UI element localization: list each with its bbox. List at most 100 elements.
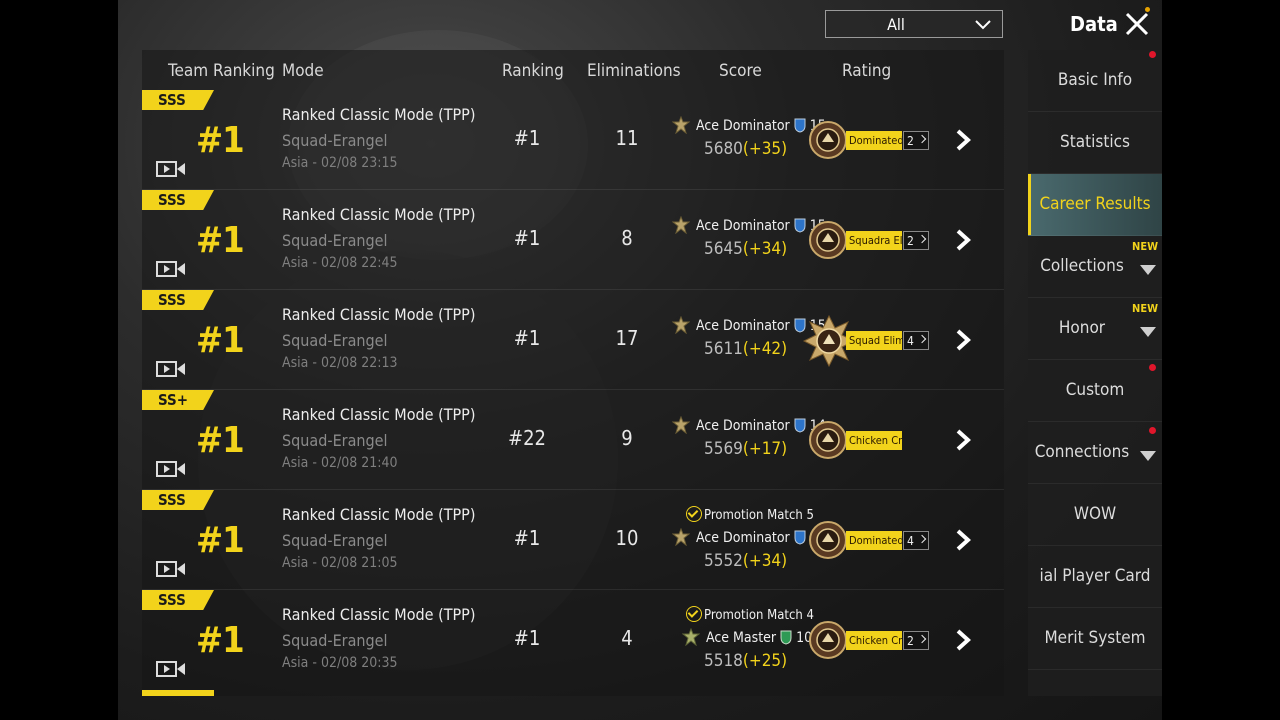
promotion-text: Promotion Match 5 xyxy=(704,508,814,523)
team-rank: #1 xyxy=(196,620,245,661)
page-title: Data xyxy=(1070,12,1118,36)
title-count[interactable]: 2 xyxy=(903,631,929,650)
title-count-value: 2 xyxy=(907,634,914,648)
match-time: Asia - 02/08 20:35 xyxy=(282,655,398,671)
details-arrow-icon[interactable] xyxy=(952,128,976,152)
details-arrow-icon[interactable] xyxy=(952,628,976,652)
rank-tier-line: Ace Dominator14 xyxy=(672,416,826,434)
details-arrow-icon[interactable] xyxy=(952,328,976,352)
match-map: Squad-Erangel xyxy=(282,531,388,550)
sidebar-item-collections[interactable]: NEW Collections xyxy=(1028,236,1162,298)
new-badge: NEW xyxy=(1132,302,1158,315)
score-line: 5611(+42) xyxy=(704,339,787,359)
sidebar-item-merit-system[interactable]: Merit System xyxy=(1028,608,1162,670)
score-delta: (+34) xyxy=(742,239,788,259)
sidebar-item-label: Statistics xyxy=(1060,132,1130,152)
details-arrow-icon[interactable] xyxy=(952,528,976,552)
promotion-line: Promotion Match 5 xyxy=(686,506,814,523)
title-count[interactable]: 4 xyxy=(903,531,929,550)
sidebar-item-label: Honor xyxy=(1058,318,1106,338)
rating-badge-icon xyxy=(809,121,847,159)
team-rank: #1 xyxy=(196,320,245,361)
match-eliminations: 17 xyxy=(615,326,639,350)
filter-value: All xyxy=(887,15,905,34)
chevron-right-icon xyxy=(917,634,927,644)
match-eliminations: 4 xyxy=(621,626,633,650)
team-rank: #1 xyxy=(196,220,245,261)
score-line: 5569(+17) xyxy=(704,439,787,459)
details-arrow-icon[interactable] xyxy=(952,228,976,252)
title-count[interactable]: 2 xyxy=(903,131,929,150)
sidebar-item-honor[interactable]: NEW Honor xyxy=(1028,298,1162,360)
chevron-down-icon xyxy=(1140,265,1156,275)
title-badge: Squadra Elimina xyxy=(846,231,902,250)
video-replay-icon[interactable] xyxy=(156,660,186,678)
rating-badge-icon xyxy=(809,221,847,259)
video-replay-icon[interactable] xyxy=(156,460,186,478)
sidebar-item-label: Collections xyxy=(1040,256,1124,276)
match-map: Squad-Erangel xyxy=(282,131,388,150)
career-results-table: Team Ranking Mode Ranking Eliminations S… xyxy=(142,50,1004,696)
title-count-value: 4 xyxy=(907,534,914,548)
video-replay-icon[interactable] xyxy=(156,360,186,378)
table-row[interactable]: SSS #1 Ranked Classic Mode (TPP) Squad-E… xyxy=(142,290,1004,390)
title-badge: Chicken Craving xyxy=(846,631,902,650)
score-value: 5518 xyxy=(704,651,743,671)
shield-icon xyxy=(794,118,806,133)
match-map: Squad-Erangel xyxy=(282,631,388,650)
table-row[interactable]: SS+ #1 Ranked Classic Mode (TPP) Squad-E… xyxy=(142,390,1004,490)
sidebar-item-label: WOW xyxy=(1073,504,1117,524)
next-row-peek xyxy=(142,690,214,696)
video-replay-icon[interactable] xyxy=(156,160,186,178)
promotion-line: Promotion Match 4 xyxy=(686,606,814,623)
score-delta: (+34) xyxy=(742,551,788,571)
season-filter-dropdown[interactable]: All xyxy=(825,10,1003,38)
table-row[interactable]: SSS #1 Ranked Classic Mode (TPP) Squad-E… xyxy=(142,490,1004,590)
close-icon[interactable] xyxy=(1124,11,1150,37)
rank-tier-line: Ace Dominator14 xyxy=(672,528,826,546)
title-count[interactable]: 2 xyxy=(903,231,929,250)
rank-tier-name: Ace Dominator xyxy=(696,530,790,546)
match-ranking: #1 xyxy=(513,326,541,350)
title-badge: Chicken Craving xyxy=(846,431,902,450)
chevron-down-icon xyxy=(1140,327,1156,337)
sidebar-item-career-results[interactable]: Career Results xyxy=(1028,174,1162,236)
sidebar-item-player-card[interactable]: ial Player Card xyxy=(1028,546,1162,608)
table-row[interactable]: SSS #1 Ranked Classic Mode (TPP) Squad-E… xyxy=(142,590,1004,690)
sidebar-item-statistics[interactable]: Statistics xyxy=(1028,112,1162,174)
rank-tier-name: Ace Dominator xyxy=(696,318,790,334)
col-mode: Mode xyxy=(282,61,324,81)
match-mode: Ranked Classic Mode (TPP) xyxy=(282,205,476,224)
table-row[interactable]: SSS #1 Ranked Classic Mode (TPP) Squad-E… xyxy=(142,190,1004,290)
chevron-right-icon xyxy=(917,334,927,344)
match-mode: Ranked Classic Mode (TPP) xyxy=(282,405,476,424)
sidebar-item-label: ial Player Card xyxy=(1039,566,1151,586)
tier-badge: SSS xyxy=(142,490,214,510)
score-line: 5552(+34) xyxy=(704,551,787,571)
col-ranking: Ranking xyxy=(502,61,564,81)
match-eliminations: 10 xyxy=(615,526,639,550)
sidebar-item-basic-info[interactable]: Basic Info xyxy=(1028,50,1162,112)
table-row[interactable]: SSS #1 Ranked Classic Mode (TPP) Squad-E… xyxy=(142,90,1004,190)
team-rank: #1 xyxy=(196,120,245,161)
sidebar-item-wow[interactable]: WOW xyxy=(1028,484,1162,546)
sidebar-item-custom[interactable]: Custom xyxy=(1028,360,1162,422)
match-time: Asia - 02/08 21:40 xyxy=(282,455,398,471)
sidebar-item-connections[interactable]: Connections xyxy=(1028,422,1162,484)
close-notify-dot xyxy=(1145,7,1150,12)
details-arrow-icon[interactable] xyxy=(952,428,976,452)
video-replay-icon[interactable] xyxy=(156,260,186,278)
video-replay-icon[interactable] xyxy=(156,560,186,578)
match-time: Asia - 02/08 21:05 xyxy=(282,555,398,571)
shield-icon xyxy=(794,530,806,545)
rank-tier-line: Ace Master 10 xyxy=(682,628,812,646)
match-map: Squad-Erangel xyxy=(282,231,388,250)
promotion-check-icon xyxy=(686,506,702,522)
title-count[interactable]: 4 xyxy=(903,331,929,350)
score-delta: (+25) xyxy=(742,651,788,671)
rank-emblem-icon xyxy=(672,116,690,134)
chevron-right-icon xyxy=(917,134,927,144)
match-ranking: #22 xyxy=(508,426,546,450)
promotion-text: Promotion Match 4 xyxy=(704,608,814,623)
score-line: 5645(+34) xyxy=(704,239,787,259)
